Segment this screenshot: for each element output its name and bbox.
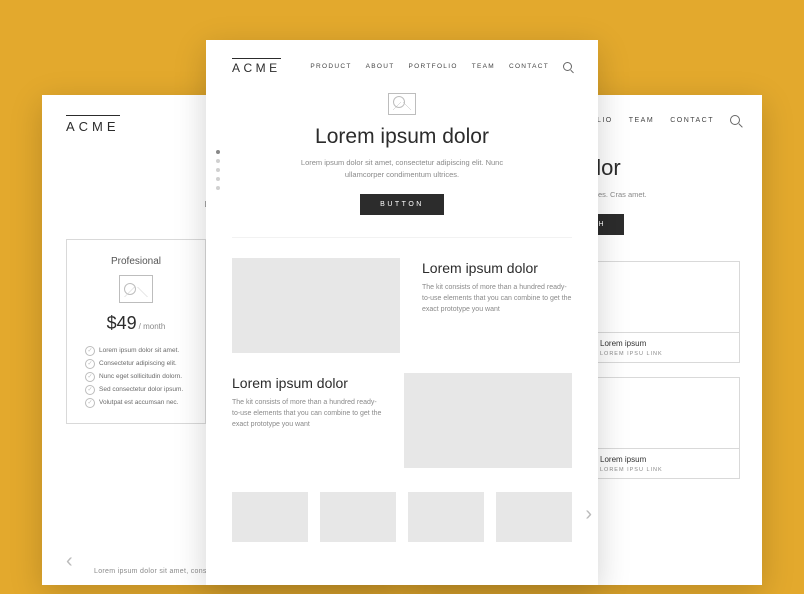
nav-item-portfolio[interactable]: PORTFOLIO bbox=[409, 63, 458, 70]
image-placeholder-icon bbox=[119, 275, 153, 303]
pricing-feature: Lorem ipsum dolor sit amet. bbox=[85, 344, 187, 357]
feature-row: Lorem ipsum dolor The kit consists of mo… bbox=[206, 353, 598, 468]
pricing-feature: Consectetur adipiscing elit. bbox=[85, 357, 187, 370]
dot-indicator[interactable] bbox=[216, 159, 220, 163]
pricing-feature: Nunc eget sollicitudin dolorn. bbox=[85, 370, 187, 383]
brand-logo: ACME bbox=[232, 58, 281, 75]
gallery-item[interactable]: Lorem ipsum LOREM IPSU LINK bbox=[591, 377, 740, 479]
brand-logo: ACME bbox=[66, 115, 120, 134]
image-placeholder-icon bbox=[388, 93, 416, 115]
nav-item-contact[interactable]: CONTACT bbox=[509, 63, 549, 70]
feature-body: The kit consists of more than a hundred … bbox=[232, 397, 382, 431]
carousel-next-icon[interactable]: › bbox=[585, 508, 592, 520]
pricing-feature-list: Lorem ipsum dolor sit amet. Consectetur … bbox=[85, 344, 187, 409]
feature-title: Lorem ipsum dolor bbox=[422, 260, 572, 276]
dot-indicator[interactable] bbox=[216, 150, 220, 154]
pricing-feature: Volutpat est accumsan nec. bbox=[85, 396, 187, 409]
gallery-item-title: Lorem ipsum bbox=[600, 339, 731, 348]
pricing-feature: Sed consectetur dolor ipsum. bbox=[85, 383, 187, 396]
nav-item-contact[interactable]: CONTACT bbox=[670, 117, 714, 124]
feature-row: Lorem ipsum dolor The kit consists of mo… bbox=[206, 238, 598, 353]
thumbnail-placeholder[interactable] bbox=[408, 492, 484, 542]
feature-body: The kit consists of more than a hundred … bbox=[422, 282, 572, 316]
wireframe-page-landing: ACME PRODUCT ABOUT PORTFOLIO TEAM CONTAC… bbox=[206, 40, 598, 585]
thumbnail-carousel: › bbox=[206, 468, 598, 542]
nav-item-product[interactable]: PRODUCT bbox=[310, 63, 351, 70]
carousel-prev-icon[interactable]: ‹ bbox=[66, 555, 78, 567]
top-nav: PRODUCT ABOUT PORTFOLIO TEAM CONTACT bbox=[310, 62, 572, 71]
feature-image-placeholder bbox=[232, 258, 400, 353]
pricing-card[interactable]: Profesional $49/ month Lorem ipsum dolor… bbox=[66, 239, 206, 424]
feature-image-placeholder bbox=[404, 373, 572, 468]
pricing-amount: $49 bbox=[107, 313, 137, 333]
thumbnail-placeholder[interactable] bbox=[232, 492, 308, 542]
nav-item-team[interactable]: TEAM bbox=[472, 63, 495, 70]
feature-title: Lorem ipsum dolor bbox=[232, 375, 382, 391]
gallery-item-link[interactable]: LOREM IPSU LINK bbox=[600, 351, 731, 357]
search-icon[interactable] bbox=[563, 62, 572, 71]
gallery-item-link[interactable]: LOREM IPSU LINK bbox=[600, 467, 731, 473]
nav-item-about[interactable]: ABOUT bbox=[366, 63, 395, 70]
hero-cta-button[interactable]: BUTTON bbox=[360, 194, 444, 215]
hero-subtitle: Lorem ipsum dolor sit amet, consectetur … bbox=[287, 157, 517, 181]
dot-indicator[interactable] bbox=[216, 177, 220, 181]
gallery-item[interactable]: Lorem ipsum LOREM IPSU LINK bbox=[591, 261, 740, 363]
nav-item-team[interactable]: TEAM bbox=[629, 117, 654, 124]
search-icon[interactable] bbox=[730, 115, 740, 125]
thumbnail-placeholder[interactable] bbox=[320, 492, 396, 542]
dot-indicator[interactable] bbox=[216, 168, 220, 172]
gallery-item-title: Lorem ipsum bbox=[600, 455, 731, 464]
pricing-plan-name: Profesional bbox=[85, 256, 187, 267]
pricing-unit: / month bbox=[139, 322, 166, 331]
hero-title: Lorem ipsum dolor bbox=[246, 125, 558, 149]
dot-indicator[interactable] bbox=[216, 186, 220, 190]
thumbnail-placeholder[interactable] bbox=[496, 492, 572, 542]
section-dots[interactable] bbox=[216, 150, 220, 190]
